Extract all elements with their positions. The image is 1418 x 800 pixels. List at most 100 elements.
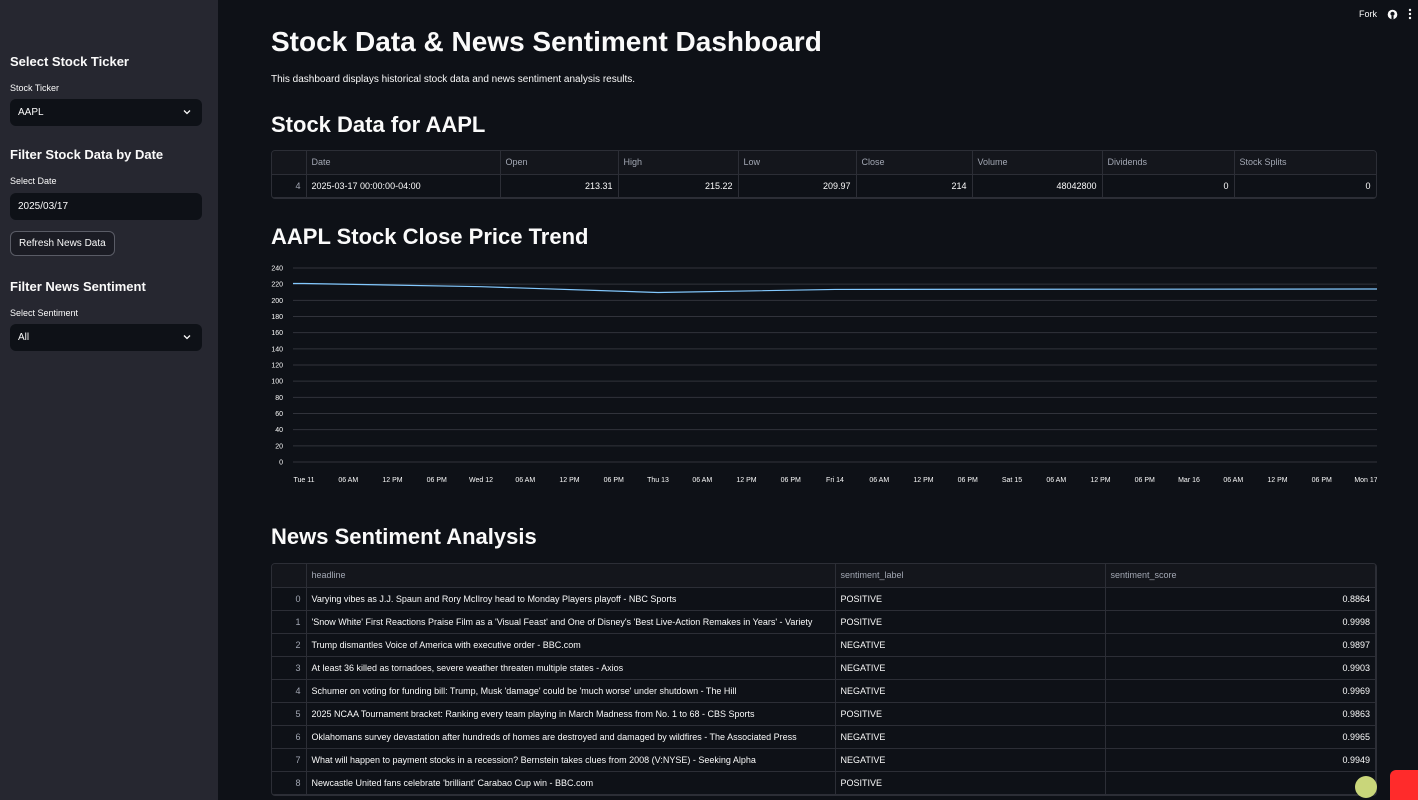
x-tick-label: 06 PM bbox=[1312, 477, 1332, 484]
y-tick-label: 180 bbox=[271, 314, 283, 321]
column-header[interactable]: sentiment_score bbox=[1105, 564, 1376, 588]
headline-cell[interactable]: 'Snow White' First Reactions Praise Film… bbox=[306, 610, 836, 634]
sentiment-label: Select Sentiment bbox=[10, 308, 79, 318]
headline-cell[interactable]: Schumer on voting for funding bill: Trum… bbox=[306, 679, 836, 703]
page-title: Stock Data & News Sentiment Dashboard bbox=[271, 26, 822, 57]
sentiment-score-cell[interactable]: 0.9965 bbox=[1105, 725, 1376, 749]
sentiment-label-cell[interactable]: NEGATIVE bbox=[835, 633, 1106, 657]
sentiment-score-cell[interactable]: 0.9949 bbox=[1105, 748, 1376, 772]
x-tick-label: 06 AM bbox=[338, 477, 358, 484]
avatar[interactable] bbox=[1355, 776, 1377, 798]
headline-cell[interactable]: Oklahomans survey devastation after hund… bbox=[306, 725, 836, 749]
close-price-line bbox=[293, 282, 1377, 294]
table-row[interactable]: 7 What will happen to payment stocks in a… bbox=[272, 748, 1376, 772]
column-header[interactable]: Date bbox=[306, 151, 501, 175]
column-header[interactable]: sentiment_label bbox=[835, 564, 1106, 588]
y-tick-label: 220 bbox=[271, 282, 283, 289]
table-cell[interactable]: 209.97 bbox=[738, 174, 857, 198]
table-cell[interactable]: 0 bbox=[1102, 174, 1235, 198]
sentiment-select-value: All bbox=[18, 332, 30, 343]
row-index: 5 bbox=[272, 702, 307, 726]
sentiment-select[interactable]: All bbox=[10, 324, 202, 351]
column-header[interactable]: Stock Splits bbox=[1234, 151, 1376, 175]
ticker-label: Stock Ticker bbox=[10, 83, 60, 93]
sidebar: Select Stock Ticker Stock Ticker AAPL Fi… bbox=[0, 0, 218, 800]
x-tick-label: 06 PM bbox=[781, 477, 801, 484]
y-tick-label: 160 bbox=[271, 330, 283, 337]
page-description: This dashboard displays historical stock… bbox=[271, 74, 636, 85]
column-header[interactable]: Low bbox=[738, 151, 857, 175]
sentiment-label-cell[interactable]: NEGATIVE bbox=[835, 725, 1106, 749]
sentiment-score-cell[interactable]: 0.9 bbox=[1105, 771, 1376, 795]
sentiment-label-cell[interactable]: NEGATIVE bbox=[835, 748, 1106, 772]
x-tick-label: 12 PM bbox=[382, 477, 402, 484]
date-label: Select Date bbox=[10, 176, 57, 186]
x-tick-label: 06 AM bbox=[692, 477, 712, 484]
column-header[interactable]: Volume bbox=[972, 151, 1103, 175]
kebab-menu-icon[interactable] bbox=[1408, 8, 1412, 20]
table-row[interactable]: 2 Trump dismantles Voice of America with … bbox=[272, 633, 1376, 657]
x-tick-label: 12 PM bbox=[1090, 477, 1110, 484]
column-header[interactable]: Open bbox=[500, 151, 619, 175]
table-row[interactable]: 4 Schumer on voting for funding bill: Tru… bbox=[272, 679, 1376, 703]
sentiment-score-cell[interactable]: 0.9897 bbox=[1105, 633, 1376, 657]
sentiment-score-cell[interactable]: 0.9998 bbox=[1105, 610, 1376, 634]
y-tick-label: 40 bbox=[275, 427, 283, 434]
sentiment-label-cell[interactable]: NEGATIVE bbox=[835, 679, 1106, 703]
table-row[interactable]: 1 'Snow White' First Reactions Praise Fil… bbox=[272, 610, 1376, 634]
table-row[interactable]: 0 Varying vibes as J.J. Spaun and Rory Mc… bbox=[272, 587, 1376, 611]
headline-cell[interactable]: Varying vibes as J.J. Spaun and Rory McI… bbox=[306, 587, 836, 611]
table-cell[interactable]: 214 bbox=[856, 174, 973, 198]
x-tick-label: 12 PM bbox=[1267, 477, 1287, 484]
streamlit-badge[interactable] bbox=[1390, 770, 1418, 800]
sentiment-label-cell[interactable]: POSITIVE bbox=[835, 610, 1106, 634]
table-row[interactable]: 5 2025 NCAA Tournament bracket: Ranking e… bbox=[272, 702, 1376, 726]
row-index: 2 bbox=[272, 633, 307, 657]
column-header[interactable]: High bbox=[618, 151, 739, 175]
table-row[interactable]: 3 At least 36 killed as tornadoes, severe… bbox=[272, 656, 1376, 680]
ticker-select-value: AAPL bbox=[18, 107, 44, 118]
sentiment-label-cell[interactable]: POSITIVE bbox=[835, 587, 1106, 611]
table-cell[interactable]: 215.22 bbox=[618, 174, 739, 198]
sentiment-score-cell[interactable]: 0.8864 bbox=[1105, 587, 1376, 611]
table-cell[interactable]: 48042800 bbox=[972, 174, 1103, 198]
table-cell[interactable]: 2025-03-17 00:00:00-04:00 bbox=[306, 174, 501, 198]
sentiment-label-cell[interactable]: NEGATIVE bbox=[835, 656, 1106, 680]
headline-cell[interactable]: What will happen to payment stocks in a … bbox=[306, 748, 836, 772]
sentiment-label-cell[interactable]: POSITIVE bbox=[835, 771, 1106, 795]
x-tick-label: 12 PM bbox=[736, 477, 756, 484]
sentiment-score-cell[interactable]: 0.9903 bbox=[1105, 656, 1376, 680]
column-header[interactable]: Dividends bbox=[1102, 151, 1235, 175]
sentiment-label-cell[interactable]: POSITIVE bbox=[835, 702, 1106, 726]
table-cell[interactable]: 0 bbox=[1234, 174, 1376, 198]
ticker-select[interactable]: AAPL bbox=[10, 99, 202, 126]
headline-cell[interactable]: At least 36 killed as tornadoes, severe … bbox=[306, 656, 836, 680]
stock-data-table[interactable]: Date Open High Low Close Volume Dividend… bbox=[271, 150, 1377, 199]
sentiment-heading: Filter News Sentiment bbox=[10, 279, 146, 294]
close-price-chart[interactable]: 0 20 40 60 80 100 120 140 160 180 200 220 240 Tue 11 0… bbox=[271, 260, 1377, 490]
index-header bbox=[272, 151, 307, 175]
sentiment-score-cell[interactable]: 0.9969 bbox=[1105, 679, 1376, 703]
column-header[interactable]: headline bbox=[306, 564, 836, 588]
headline-cell[interactable]: Newcastle United fans celebrate 'brillia… bbox=[306, 771, 836, 795]
headline-cell[interactable]: Trump dismantles Voice of America with e… bbox=[306, 633, 836, 657]
x-tick-label: Mar 16 bbox=[1178, 477, 1200, 484]
fork-button[interactable]: Fork bbox=[1359, 9, 1377, 19]
column-header[interactable]: Close bbox=[856, 151, 973, 175]
headline-cell[interactable]: 2025 NCAA Tournament bracket: Ranking ev… bbox=[306, 702, 836, 726]
x-tick-label: Sat 15 bbox=[1002, 477, 1022, 484]
x-tick-label: 06 AM bbox=[869, 477, 889, 484]
date-input[interactable]: 2025/03/17 bbox=[10, 193, 202, 220]
github-icon[interactable] bbox=[1387, 9, 1398, 20]
news-sentiment-table[interactable]: headline sentiment_label sentiment_score… bbox=[271, 563, 1377, 796]
sentiment-score-cell[interactable]: 0.9863 bbox=[1105, 702, 1376, 726]
table-cell[interactable]: 213.31 bbox=[500, 174, 619, 198]
refresh-news-button[interactable]: Refresh News Data bbox=[10, 231, 115, 256]
x-tick-label: 06 AM bbox=[1046, 477, 1066, 484]
table-row[interactable]: 8 Newcastle United fans celebrate 'brilli… bbox=[272, 771, 1376, 795]
table-row[interactable]: 4 2025-03-17 00:00:00-04:00 213.31 215.2… bbox=[272, 174, 1376, 198]
x-tick-label: Wed 12 bbox=[469, 477, 493, 484]
table-row[interactable]: 6 Oklahomans survey devastation after hun… bbox=[272, 725, 1376, 749]
x-tick-label: Mon 17 bbox=[1354, 477, 1377, 484]
y-tick-label: 0 bbox=[279, 460, 283, 467]
